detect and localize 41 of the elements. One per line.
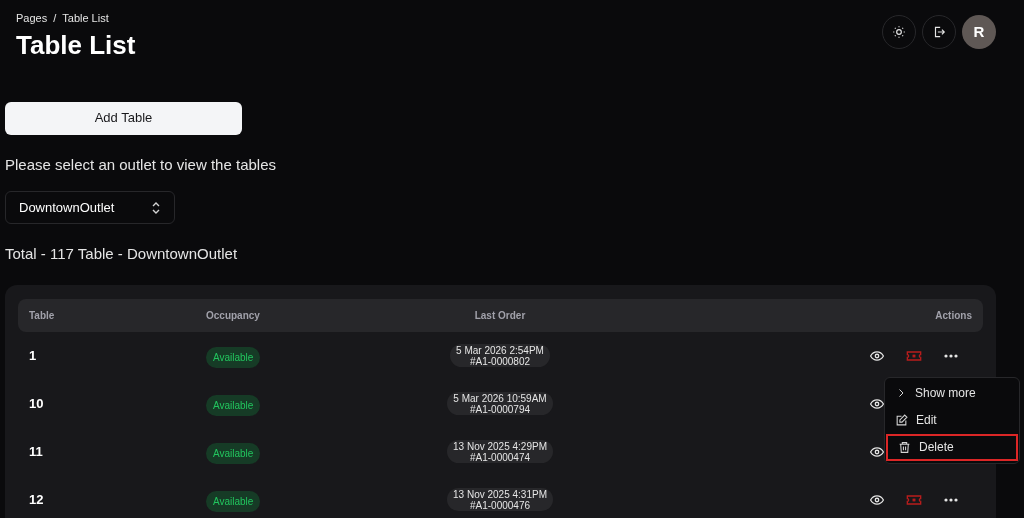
chevron-up-down-icon <box>151 201 161 214</box>
status-badge: Available <box>206 442 261 464</box>
last-order-chip: 13 Nov 2025 4:31PM #A1-0000476 <box>447 488 553 511</box>
breadcrumb-current: Table List <box>62 11 109 26</box>
eye-icon[interactable] <box>870 492 884 507</box>
ticket-icon[interactable] <box>906 349 922 362</box>
ticket-icon[interactable] <box>906 493 922 506</box>
outlet-prompt: Please select an outlet to view the tables <box>5 154 277 175</box>
status-badge: Available <box>206 346 261 368</box>
logout-icon <box>932 25 946 39</box>
outlet-select[interactable]: DowntownOutlet <box>5 191 175 224</box>
more-icon[interactable] <box>944 353 958 358</box>
eye-icon[interactable] <box>870 396 884 411</box>
status-badge: Available <box>206 490 261 512</box>
sun-icon <box>892 25 906 39</box>
last-order-chip: 13 Nov 2025 4:29PM #A1-0000474 <box>447 440 553 463</box>
menu-item[interactable]: Show more <box>885 379 1019 407</box>
table-number: 11 <box>29 442 44 461</box>
column-header: Last Order <box>473 308 527 323</box>
table-number: 10 <box>29 394 45 413</box>
column-header: Actions <box>934 308 972 323</box>
status-badge: Available <box>206 394 261 416</box>
total-count: Total - 117 Table - DowntownOutlet <box>5 244 239 264</box>
add-table-button[interactable]: Add Table <box>5 101 242 135</box>
breadcrumb-link[interactable]: Pages <box>16 10 48 27</box>
breadcrumb-separator: / <box>53 11 57 26</box>
column-header: Table <box>29 308 56 323</box>
menu-item[interactable]: Edit <box>885 406 1019 434</box>
last-order-chip: 5 Mar 2026 10:59AM #A1-0000794 <box>447 392 553 415</box>
page-title: Table List <box>16 28 136 61</box>
eye-icon[interactable] <box>870 444 884 459</box>
table-number: 12 <box>29 490 45 509</box>
more-icon[interactable] <box>944 497 958 502</box>
column-header: Occupancy <box>206 308 261 323</box>
table-number: 1 <box>29 346 38 365</box>
trash-icon <box>898 440 911 454</box>
avatar[interactable]: R <box>962 15 996 49</box>
menu-item[interactable]: Delete <box>886 433 1018 461</box>
edit-icon <box>895 413 908 427</box>
eye-icon[interactable] <box>870 348 884 363</box>
last-order-chip: 5 Mar 2026 2:54PM #A1-0000802 <box>450 344 550 367</box>
